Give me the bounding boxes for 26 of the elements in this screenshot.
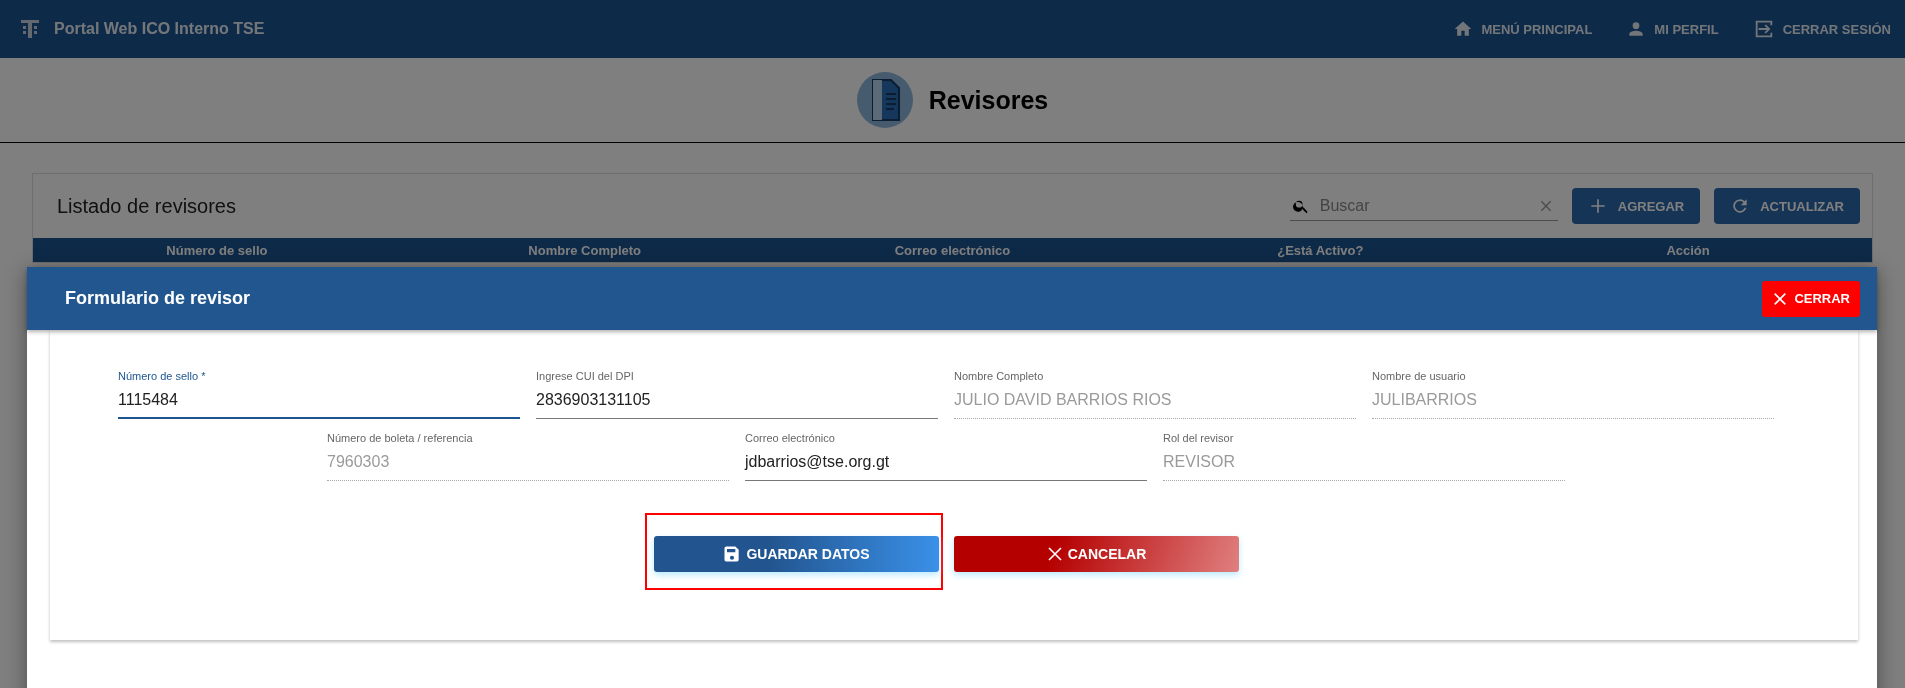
page-title: Revisores xyxy=(928,85,1049,115)
document-icon xyxy=(856,72,913,128)
action-button[interactable]: GUARDAR DATOS xyxy=(653,536,939,572)
close-icon xyxy=(1045,545,1064,563)
action-button[interactable]: CANCELAR xyxy=(953,536,1239,572)
close-icon xyxy=(1772,290,1789,307)
column-header: Número de sello xyxy=(165,242,269,258)
toolbar-button[interactable]: AGREGAR xyxy=(1571,188,1701,224)
text-field[interactable]: Correo electrónico jdbarrios@tse.org.gt xyxy=(745,432,1147,481)
home-icon xyxy=(1453,19,1474,39)
toolbar-button[interactable]: ACTUALIZAR xyxy=(1714,188,1860,224)
card-title: Listado de revisores xyxy=(57,194,236,218)
column-header: Acción xyxy=(1665,242,1711,258)
column-header: Nombre Completo xyxy=(527,242,643,258)
nav-link[interactable]: MENÚ PRINCIPAL xyxy=(1453,18,1593,40)
dialog-title: Formulario de revisor xyxy=(65,288,251,309)
text-field[interactable]: Ingrese CUI del DPI 2836903131105 xyxy=(536,370,938,419)
column-header: ¿Está Activo? xyxy=(1276,242,1365,258)
column-header: Correo electrónico xyxy=(893,242,1012,258)
app-title: Portal Web ICO Interno TSE xyxy=(54,20,265,38)
search-field[interactable]: Buscar xyxy=(1317,195,1530,216)
close-button[interactable]: CERRAR xyxy=(1762,280,1860,317)
text-field[interactable]: Número de sello * 1115484 xyxy=(118,370,520,419)
nav-link[interactable]: MI PERFIL xyxy=(1626,18,1719,40)
nav-link[interactable]: CERRAR SESIÓN xyxy=(1752,18,1891,40)
logo-icon xyxy=(18,17,42,41)
